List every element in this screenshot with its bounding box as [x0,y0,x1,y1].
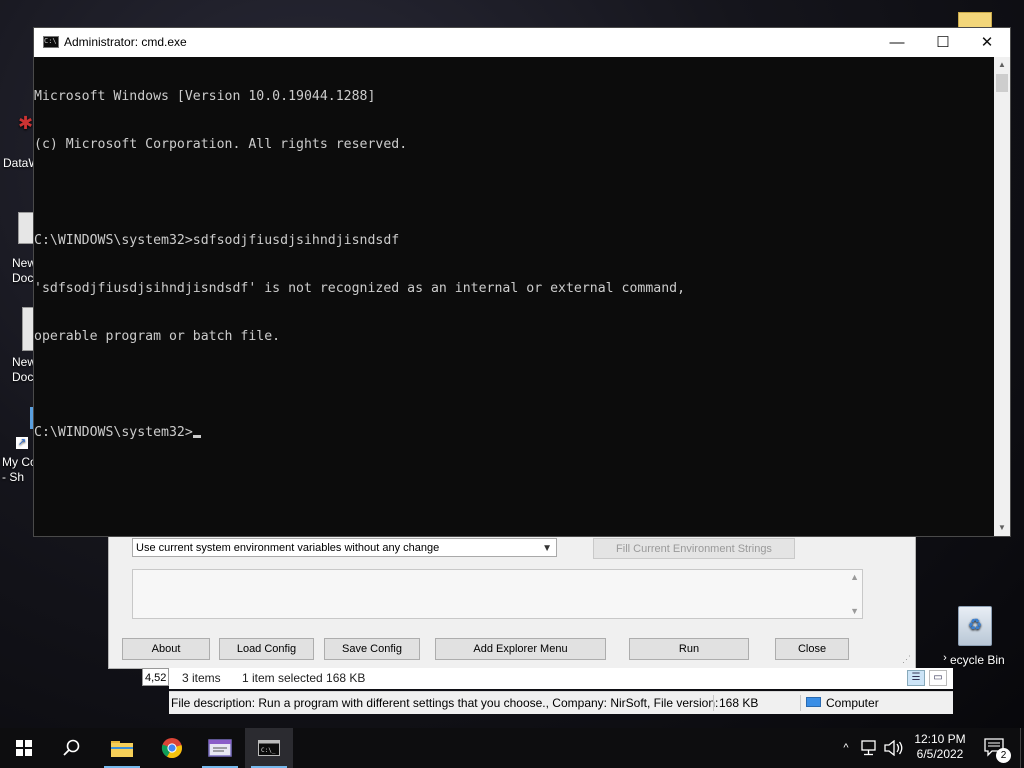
load-config-button[interactable]: Load Config [219,638,314,660]
cmd-window[interactable]: C:\ Administrator: cmd.exe — ☐ ✕ Microso… [33,27,1011,537]
about-button[interactable]: About [122,638,210,660]
cmd-title-bar[interactable]: C:\ Administrator: cmd.exe — ☐ ✕ [34,28,1010,57]
environment-dropdown-value: Use current system environment variables… [136,542,440,554]
computer-icon [806,697,821,707]
recycle-bin-icon: ♻ [958,606,992,646]
window-title: Administrator: cmd.exe [64,35,187,49]
svg-text:C:\_: C:\_ [261,747,276,754]
add-explorer-menu-button[interactable]: Add Explorer Menu [435,638,606,660]
console-line: C:\WINDOWS\system32>sdfsodjfiusdjsihndji… [34,233,400,248]
chrome-taskbar-button[interactable] [148,728,196,768]
chrome-icon [161,738,182,759]
windows-logo-icon [16,740,32,756]
desktop-icon-new-document-1[interactable]: New Doc [2,210,36,290]
console-line: 'sdfsodjfiusdjsihndjisndsdf' is not reco… [34,281,686,296]
cmd-icon: C:\ [43,36,59,48]
details-view-icon[interactable]: ☰ [907,670,925,686]
desktop-icon-new-document-2[interactable]: New Doc [2,305,36,385]
text-cursor [192,435,201,438]
console-prompt-line: C:\WINDOWS\system32> [34,425,995,441]
number-field: 4,52 [142,668,169,686]
search-button[interactable] [48,728,96,768]
notification-badge: 2 [996,748,1011,763]
dataw-icon: ✱ [18,113,34,133]
minimize-button[interactable]: — [874,28,920,57]
taskbar: C:\_ ^ 12:10 PM 6/5/2022 2 [0,728,1024,768]
file-size: 168 KB [719,696,759,710]
show-desktop-button[interactable] [1020,728,1024,768]
cmd-taskbar-button[interactable]: C:\_ [245,728,293,768]
clock-date: 6/5/2022 [916,747,964,761]
folder-icon [111,741,133,757]
location-label: Computer [826,696,879,710]
scroll-up-icon[interactable]: ▲ [850,572,859,582]
runasdate-taskbar-button[interactable] [196,728,244,768]
recycle-bin-label: ecycle Bin [950,653,1005,667]
environment-strings-textarea[interactable]: ▲ ▼ [132,569,863,619]
file-description: File description: Run a program with dif… [171,696,719,710]
desktop-icon-my-computer-shortcut[interactable]: ↗ My Co - Sh [2,405,37,485]
fill-environment-strings-button[interactable]: Fill Current Environment Strings [593,538,795,559]
scrollbar-thumb[interactable] [996,74,1008,92]
close-button[interactable]: Close [775,638,849,660]
file-details-bar: File description: Run a program with dif… [169,691,953,714]
explorer-status-bar: 3 items 1 item selected 168 KB [169,668,904,689]
desktop-icon-label: My Co - Sh [2,455,37,484]
items-count: 3 items [182,671,221,685]
separator [800,695,801,711]
action-center-button[interactable]: 2 [978,728,1018,768]
scroll-up-icon[interactable]: ▲ [994,57,1010,73]
application-window-icon [208,739,232,757]
large-icons-view-icon[interactable]: ▭ [929,670,947,686]
console-prompt: C:\WINDOWS\system32> [34,425,193,440]
console-line: (c) Microsoft Corporation. All rights re… [34,137,408,152]
folder-icon[interactable] [958,12,992,28]
cmd-icon: C:\_ [258,740,280,756]
scroll-down-icon[interactable]: ▼ [850,606,859,616]
clock-time: 12:10 PM [914,732,966,746]
shortcut-arrow-icon: ↗ [16,437,28,449]
search-icon [63,739,80,756]
window-close-button[interactable]: ✕ [964,28,1010,57]
console-line: operable program or batch file. [34,329,281,344]
chevron-down-icon: ▼ [542,543,552,554]
start-button[interactable] [0,728,48,768]
show-hidden-icons-button[interactable]: ^ [838,728,854,768]
environment-dropdown[interactable]: Use current system environment variables… [132,538,557,557]
selection-info: 1 item selected 168 KB [242,671,366,685]
volume-icon[interactable] [884,728,906,768]
clock[interactable]: 12:10 PM 6/5/2022 [910,728,970,768]
desktop-icon-dataw[interactable]: ✱ DataW [2,112,40,172]
save-config-button[interactable]: Save Config [324,638,420,660]
vertical-scrollbar[interactable]: ▲ ▼ [994,57,1010,536]
network-icon[interactable] [860,728,882,768]
file-explorer-taskbar-button[interactable] [98,728,146,768]
maximize-button[interactable]: ☐ [920,28,966,57]
separator [713,695,714,711]
console-line: Microsoft Windows [Version 10.0.19044.12… [34,89,376,104]
resize-grip-icon[interactable]: ⋰ [902,654,912,664]
console-output[interactable]: Microsoft Windows [Version 10.0.19044.12… [34,57,995,536]
recycle-bin[interactable]: ♻ ecycle Bin [946,602,1016,672]
scroll-down-icon[interactable]: ▼ [994,520,1010,536]
run-button[interactable]: Run [629,638,749,660]
